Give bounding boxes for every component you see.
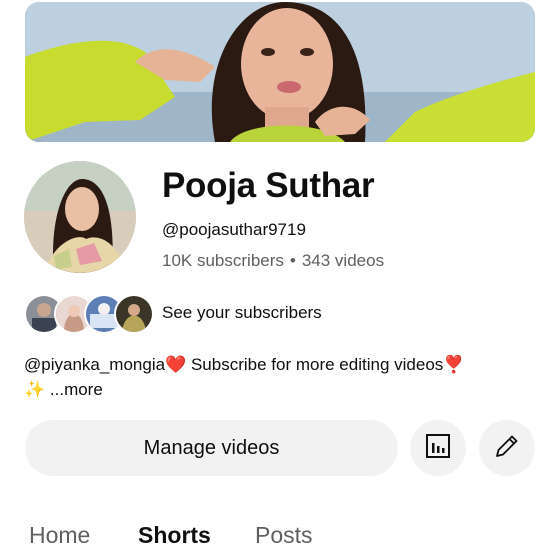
channel-handle: @poojasuthar9719: [162, 220, 306, 239]
more-link[interactable]: ...more: [45, 380, 103, 399]
subscriber-count: 10K subscribers: [162, 251, 284, 270]
heart-exclamation-emoji: ❣️: [443, 355, 465, 374]
description-text: Subscribe for more editing videos: [186, 355, 444, 374]
channel-stats: 10K subscribers • 343 videos: [162, 251, 384, 271]
analytics-button[interactable]: [410, 420, 466, 476]
sparkles-emoji: ✨: [24, 380, 46, 399]
manage-videos-button[interactable]: Manage videos: [25, 420, 398, 476]
stats-separator: •: [289, 251, 296, 270]
channel-tabs: Home Shorts Posts: [0, 522, 560, 560]
edit-channel-button[interactable]: [479, 420, 535, 476]
tab-shorts[interactable]: Shorts: [138, 522, 211, 549]
analytics-icon: [424, 432, 452, 465]
channel-avatar[interactable]: [24, 161, 136, 273]
tab-home[interactable]: Home: [29, 522, 90, 549]
see-subscribers-row[interactable]: See your subscribers: [24, 294, 444, 334]
see-subscribers-link[interactable]: See your subscribers: [162, 303, 322, 323]
video-count: 343 videos: [301, 251, 385, 270]
pencil-icon: [492, 431, 522, 466]
subscriber-avatars: [24, 294, 154, 334]
heart-emoji: ❤️: [165, 355, 187, 374]
description-mention[interactable]: @piyanka_mongia: [24, 355, 165, 374]
channel-name: Pooja Suthar: [162, 166, 375, 205]
channel-banner: [25, 2, 535, 142]
channel-description[interactable]: @piyanka_mongia❤️ Subscribe for more edi…: [24, 352, 534, 402]
tab-posts[interactable]: Posts: [255, 522, 313, 549]
manage-videos-label: Manage videos: [143, 436, 280, 459]
subscriber-avatar: [114, 294, 154, 334]
